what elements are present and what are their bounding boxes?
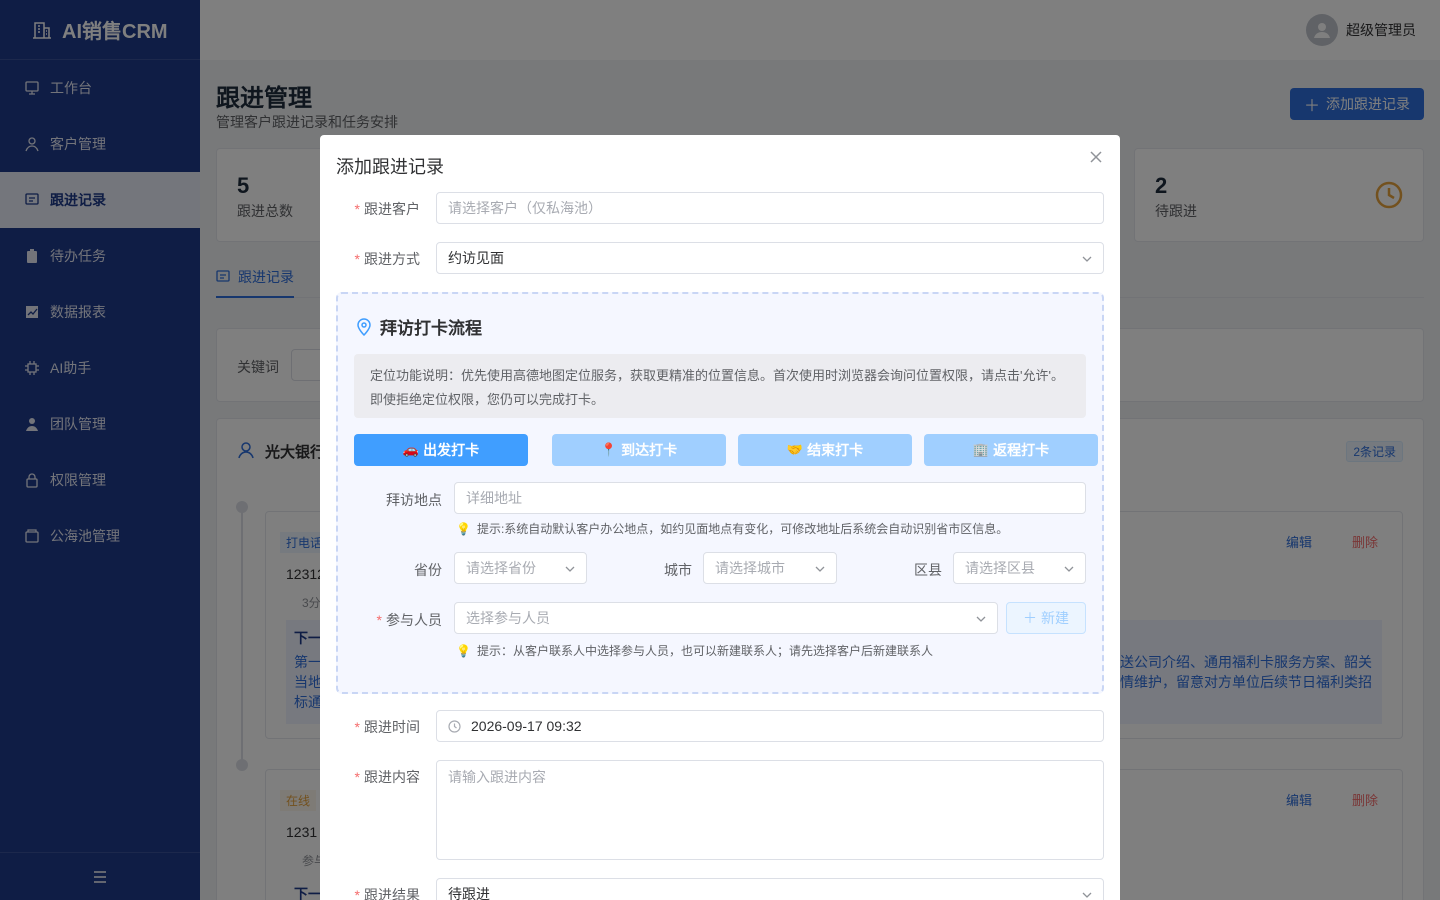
city-select[interactable]: 请选择城市 bbox=[703, 552, 837, 584]
chevron-down-icon bbox=[976, 616, 986, 622]
time-label: * 跟进时间 bbox=[354, 719, 420, 735]
checkin-section: 拜访打卡流程 定位功能说明：优先使用高德地图定位服务，获取更精准的位置信息。首次… bbox=[336, 292, 1104, 694]
chevron-down-icon bbox=[565, 566, 575, 572]
handshake-icon: 🤝 bbox=[786, 442, 804, 457]
result-label: * 跟进结果 bbox=[354, 887, 420, 900]
participants-label: * 参与人员 bbox=[376, 612, 442, 628]
chevron-down-icon bbox=[1082, 256, 1092, 262]
address-input[interactable]: 详细地址 bbox=[454, 482, 1086, 514]
bulb-icon: 💡 bbox=[456, 521, 471, 536]
office-icon: 🏢 bbox=[972, 442, 990, 457]
add-followup-dialog: 添加跟进记录 * 跟进客户 请选择客户（仅私海池） * 跟进方式 约访见面 拜访打卡… bbox=[320, 135, 1120, 900]
customer-placeholder: 请选择客户（仅私海池） bbox=[448, 200, 602, 216]
time-value: 2026-09-17 09:32 bbox=[471, 718, 582, 734]
method-label: * 跟进方式 bbox=[354, 251, 420, 267]
checkin-title: 拜访打卡流程 bbox=[356, 314, 482, 339]
car-icon: 🚗 bbox=[402, 442, 420, 457]
bulb-icon: 💡 bbox=[456, 643, 471, 658]
pin-icon: 📍 bbox=[600, 442, 618, 457]
dialog-title: 添加跟进记录 bbox=[336, 157, 444, 177]
participants-select[interactable]: 选择参与人员 bbox=[454, 602, 998, 634]
address-placeholder: 详细地址 bbox=[466, 490, 522, 506]
location-note: 定位功能说明：优先使用高德地图定位服务，获取更精准的位置信息。首次使用时浏览器会… bbox=[354, 354, 1086, 418]
method-value: 约访见面 bbox=[448, 250, 504, 266]
province-label: 省份 bbox=[414, 562, 442, 578]
depart-checkin-button[interactable]: 🚗 出发打卡 bbox=[354, 434, 528, 466]
city-label: 城市 bbox=[664, 562, 692, 578]
chevron-down-icon bbox=[815, 566, 825, 572]
content-textarea[interactable]: 请输入跟进内容 bbox=[436, 760, 1104, 860]
participants-tip: 💡 提示：从客户联系人中选择参与人员，也可以新建联系人；请先选择客户后新建联系人 bbox=[456, 643, 933, 659]
customer-label: * 跟进客户 bbox=[354, 201, 420, 217]
chevron-down-icon bbox=[1082, 892, 1092, 898]
province-select[interactable]: 请选择省份 bbox=[454, 552, 587, 584]
return-checkin-button[interactable]: 🏢 返程打卡 bbox=[924, 434, 1098, 466]
chevron-down-icon bbox=[1064, 566, 1074, 572]
location-icon bbox=[357, 317, 371, 336]
plus-icon: ＋ bbox=[1023, 610, 1037, 626]
end-checkin-button[interactable]: 🤝 结束打卡 bbox=[738, 434, 912, 466]
customer-select[interactable]: 请选择客户（仅私海池） bbox=[436, 192, 1104, 224]
new-contact-button[interactable]: ＋新建 bbox=[1006, 602, 1086, 634]
time-picker[interactable]: 2026-09-17 09:32 bbox=[436, 710, 1104, 742]
result-select[interactable]: 待跟进 bbox=[436, 878, 1104, 900]
district-label: 区县 bbox=[914, 562, 942, 578]
address-label: 拜访地点 bbox=[386, 492, 442, 508]
method-select[interactable]: 约访见面 bbox=[436, 242, 1104, 274]
content-label: * 跟进内容 bbox=[354, 769, 420, 785]
address-tip: 💡 提示:系统自动默认客户办公地点，如约见面地点有变化，可修改地址后系统会自动识别… bbox=[456, 521, 1009, 537]
district-select[interactable]: 请选择区县 bbox=[953, 552, 1086, 584]
result-value: 待跟进 bbox=[448, 886, 490, 900]
clock-icon bbox=[448, 719, 461, 733]
arrive-checkin-button[interactable]: 📍 到达打卡 bbox=[552, 434, 726, 466]
close-icon[interactable] bbox=[1088, 149, 1104, 165]
